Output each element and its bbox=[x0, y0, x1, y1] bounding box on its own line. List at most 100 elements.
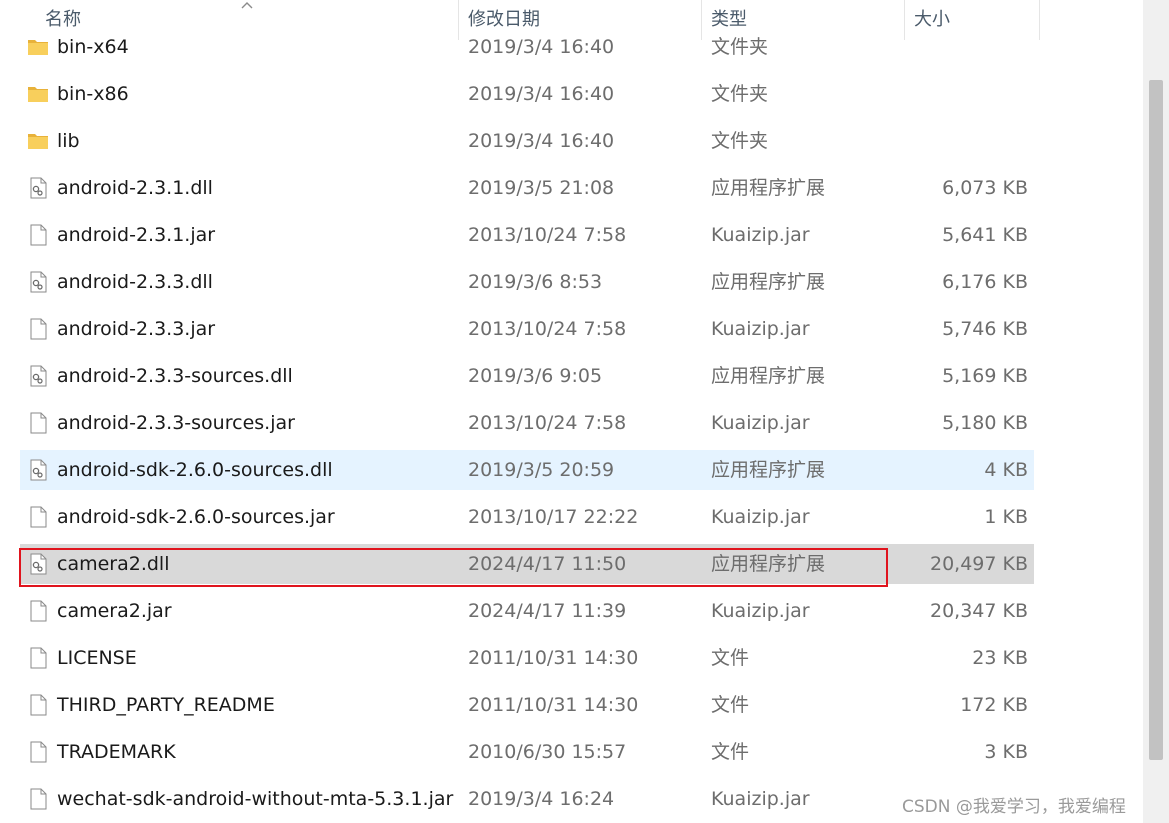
file-name: lib bbox=[57, 130, 80, 152]
file-row[interactable]: TRADEMARK 2010/6/30 15:57 文件 3 KB bbox=[20, 732, 1034, 772]
file-date-modified: 2013/10/24 7:58 bbox=[468, 318, 627, 340]
file-date-modified: 2019/3/4 16:40 bbox=[468, 36, 615, 58]
file-name: bin-x64 bbox=[57, 36, 129, 58]
dll-file-icon bbox=[30, 553, 47, 575]
file-row[interactable]: android-2.3.3-sources.jar 2013/10/24 7:58… bbox=[20, 403, 1034, 443]
file-icon bbox=[30, 741, 47, 763]
dll-file-icon bbox=[30, 177, 47, 199]
file-type: Kuaizip.jar bbox=[711, 412, 810, 434]
folder-icon bbox=[28, 134, 48, 149]
file-name: android-sdk-2.6.0-sources.dll bbox=[57, 459, 333, 481]
file-size: 20,347 KB bbox=[929, 600, 1028, 622]
dll-file-icon bbox=[30, 365, 47, 387]
file-name: bin-x86 bbox=[57, 83, 129, 105]
file-date-modified: 2019/3/4 16:40 bbox=[468, 83, 615, 105]
file-row[interactable]: wechat-sdk-android-without-mta-5.3.1.jar… bbox=[20, 779, 1034, 819]
folder-icon bbox=[28, 87, 48, 102]
file-type: 文件夹 bbox=[711, 130, 769, 152]
file-icon bbox=[30, 647, 47, 669]
file-name: THIRD_PARTY_README bbox=[57, 694, 275, 716]
file-name: android-2.3.3-sources.jar bbox=[57, 412, 295, 434]
file-name: android-2.3.3.jar bbox=[57, 318, 216, 340]
file-type: Kuaizip.jar bbox=[711, 506, 810, 528]
file-type: 应用程序扩展 bbox=[711, 177, 826, 199]
file-date-modified: 2019/3/5 21:08 bbox=[468, 177, 615, 199]
file-size: 6,176 KB bbox=[942, 271, 1028, 293]
file-date-modified: 2019/3/4 16:24 bbox=[468, 788, 615, 810]
file-row[interactable]: android-2.3.1.dll 2019/3/5 21:08 应用程序扩展 6,0… bbox=[20, 168, 1034, 208]
scrollbar-thumb[interactable] bbox=[1149, 80, 1163, 760]
file-date-modified: 2024/4/17 11:50 bbox=[468, 553, 627, 575]
watermark: CSDN @我爱学习，我爱编程 bbox=[902, 797, 1126, 817]
file-icon bbox=[30, 788, 47, 810]
file-type: 文件 bbox=[711, 741, 750, 763]
file-type: Kuaizip.jar bbox=[711, 600, 810, 622]
file-row[interactable]: bin-x86 2019/3/4 16:40 文件夹 bbox=[20, 74, 1034, 114]
file-icon bbox=[30, 506, 47, 528]
file-row[interactable]: bin-x64 2019/3/4 16:40 文件夹 bbox=[20, 27, 1034, 67]
file-size: 4 KB bbox=[984, 459, 1028, 481]
file-date-modified: 2019/3/6 8:53 bbox=[468, 271, 603, 293]
file-type: 应用程序扩展 bbox=[711, 459, 826, 481]
file-row[interactable]: camera2.jar 2024/4/17 11:39 Kuaizip.jar 20,… bbox=[20, 591, 1034, 631]
file-date-modified: 2013/10/24 7:58 bbox=[468, 224, 627, 246]
file-icon bbox=[30, 412, 47, 434]
file-date-modified: 2011/10/31 14:30 bbox=[468, 647, 639, 669]
file-row[interactable]: camera2.dll 2024/4/17 11:50 应用程序扩展 20,497 K… bbox=[20, 544, 1034, 584]
file-date-modified: 2019/3/4 16:40 bbox=[468, 130, 615, 152]
file-name: wechat-sdk-android-without-mta-5.3.1.jar bbox=[57, 788, 454, 810]
file-row[interactable]: lib 2019/3/4 16:40 文件夹 bbox=[20, 121, 1034, 161]
file-name: android-2.3.1.jar bbox=[57, 224, 216, 246]
file-name: android-2.3.3-sources.dll bbox=[57, 365, 293, 387]
file-size: 3 KB bbox=[984, 741, 1028, 763]
file-type: Kuaizip.jar bbox=[711, 224, 810, 246]
file-date-modified: 2019/3/6 9:05 bbox=[468, 365, 603, 387]
vertical-scrollbar[interactable] bbox=[1143, 0, 1169, 823]
file-type: 应用程序扩展 bbox=[711, 553, 826, 575]
sort-ascending-icon bbox=[241, 2, 253, 9]
file-type: 文件夹 bbox=[711, 36, 769, 58]
file-name: android-2.3.3.dll bbox=[57, 271, 213, 293]
file-row[interactable]: LICENSE 2011/10/31 14:30 文件 23 KB bbox=[20, 638, 1034, 678]
file-size: 5,180 KB bbox=[942, 412, 1028, 434]
file-date-modified: 2019/3/5 20:59 bbox=[468, 459, 615, 481]
file-name: android-2.3.1.dll bbox=[57, 177, 213, 199]
file-size: 20,497 KB bbox=[929, 553, 1028, 575]
file-type: Kuaizip.jar bbox=[711, 318, 810, 340]
file-row[interactable]: android-2.3.3.jar 2013/10/24 7:58 Kuaizip.… bbox=[20, 309, 1034, 349]
file-size: 5,169 KB bbox=[942, 365, 1028, 387]
dll-file-icon bbox=[30, 271, 47, 293]
file-name: TRADEMARK bbox=[57, 741, 176, 763]
file-name: camera2.dll bbox=[57, 553, 170, 575]
file-row[interactable]: android-sdk-2.6.0-sources.jar 2013/10/17 … bbox=[20, 497, 1034, 537]
file-row[interactable]: THIRD_PARTY_README 2011/10/31 14:30 文件 172 … bbox=[20, 685, 1034, 725]
file-size: 1 KB bbox=[984, 506, 1028, 528]
file-type: Kuaizip.jar bbox=[711, 788, 810, 810]
file-row[interactable]: android-sdk-2.6.0-sources.dll 2019/3/5 20… bbox=[20, 450, 1034, 490]
file-row[interactable]: android-2.3.1.jar 2013/10/24 7:58 Kuaizip.… bbox=[20, 215, 1034, 255]
file-name: camera2.jar bbox=[57, 600, 172, 622]
file-row[interactable]: android-2.3.3-sources.dll 2019/3/6 9:05 应用… bbox=[20, 356, 1034, 396]
file-size: 172 KB bbox=[960, 694, 1028, 716]
file-type: 应用程序扩展 bbox=[711, 271, 826, 293]
file-type: 应用程序扩展 bbox=[711, 365, 826, 387]
file-icon bbox=[30, 224, 47, 246]
file-type: 文件夹 bbox=[711, 83, 769, 105]
file-date-modified: 2011/10/31 14:30 bbox=[468, 694, 639, 716]
file-type: 文件 bbox=[711, 694, 750, 716]
file-name: LICENSE bbox=[57, 647, 137, 669]
file-size: 6,073 KB bbox=[942, 177, 1028, 199]
file-date-modified: 2010/6/30 15:57 bbox=[468, 741, 627, 763]
file-icon bbox=[30, 318, 47, 340]
file-type: 文件 bbox=[711, 647, 750, 669]
file-icon bbox=[30, 694, 47, 716]
file-size: 23 KB bbox=[972, 647, 1028, 669]
column-divider[interactable] bbox=[1039, 0, 1040, 40]
file-date-modified: 2013/10/24 7:58 bbox=[468, 412, 627, 434]
file-size: 5,746 KB bbox=[942, 318, 1028, 340]
dll-file-icon bbox=[30, 459, 47, 481]
file-date-modified: 2024/4/17 11:39 bbox=[468, 600, 627, 622]
file-icon bbox=[30, 600, 47, 622]
file-date-modified: 2013/10/17 22:22 bbox=[468, 506, 639, 528]
file-row[interactable]: android-2.3.3.dll 2019/3/6 8:53 应用程序扩展 6,17… bbox=[20, 262, 1034, 302]
